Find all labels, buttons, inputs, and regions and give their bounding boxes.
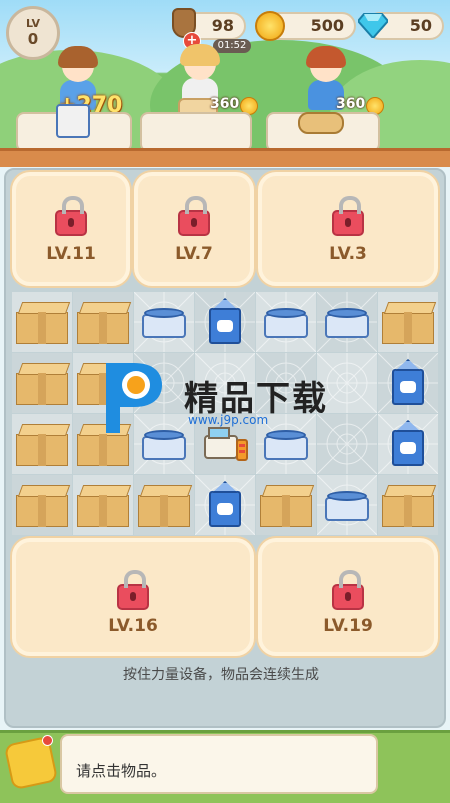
gem-icon <box>358 13 388 38</box>
energy-value: 98 <box>211 16 234 35</box>
milk-carton-icon <box>209 298 241 344</box>
locked-zone[interactable]: LV.16 <box>12 538 254 656</box>
hint-text: 按住力量设备，物品会连续生成 <box>123 667 319 683</box>
yogurt-cup-icon <box>325 489 369 523</box>
unlock-level-label: LV.11 <box>46 244 96 264</box>
lock-icon <box>332 196 364 236</box>
grid-cell[interactable] <box>195 475 255 535</box>
cardboard-box-icon <box>16 302 71 344</box>
grid-cell[interactable] <box>378 292 438 352</box>
cardboard-box-icon <box>16 424 71 466</box>
customer-hair <box>180 44 220 66</box>
unlock-level-label: LV.3 <box>329 244 367 264</box>
locked-zone[interactable]: LV.7 <box>134 172 254 286</box>
lock-icon <box>178 196 210 236</box>
cardboard-box-icon <box>382 485 437 527</box>
grid-cell[interactable] <box>12 353 72 413</box>
yogurt-cup-icon <box>264 306 308 340</box>
coin-icon <box>255 11 285 41</box>
locked-zone[interactable]: LV.19 <box>258 538 438 656</box>
watermark-logo <box>106 363 162 433</box>
grid-cell[interactable] <box>256 475 316 535</box>
level-label: LV <box>25 17 40 30</box>
lock-icon <box>117 570 149 610</box>
cardboard-box-icon <box>16 485 71 527</box>
shop-counter <box>0 148 450 167</box>
grid-cell[interactable] <box>134 292 194 352</box>
message-box: 请点击物品。 <box>60 734 378 794</box>
order-slot-2[interactable] <box>140 112 252 152</box>
cardboard-box-icon <box>77 302 132 344</box>
grid-cell[interactable] <box>12 414 72 474</box>
milk-carton-icon <box>392 359 424 405</box>
customer-hair <box>306 46 346 68</box>
message-text: 请点击物品。 <box>76 762 167 780</box>
reward-amount: 360 <box>336 96 366 112</box>
grid-cell[interactable] <box>378 414 438 474</box>
unlock-level-label: LV.16 <box>108 616 158 636</box>
notification-dot <box>42 735 53 746</box>
watermark: 精品下载 www.j9p.com <box>96 357 356 443</box>
grid-cell[interactable] <box>256 292 316 352</box>
cardboard-box-icon <box>260 485 315 527</box>
locked-zone[interactable]: LV.3 <box>258 172 438 286</box>
locked-zone[interactable]: LV.11 <box>12 172 130 286</box>
yogurt-cup-icon <box>325 306 369 340</box>
grid-cell[interactable] <box>12 475 72 535</box>
customer-hair <box>58 46 98 68</box>
grid-cell[interactable] <box>12 292 72 352</box>
unlock-level-label: LV.19 <box>323 616 373 636</box>
grid-cell[interactable] <box>317 292 377 352</box>
grid-cell[interactable] <box>378 353 438 413</box>
coin-value: 500 <box>310 16 344 35</box>
watermark-url: www.j9p.com <box>188 413 269 427</box>
milk-carton-icon <box>209 481 241 527</box>
grid-cell[interactable] <box>378 475 438 535</box>
milk-carton-icon <box>392 420 424 466</box>
grid-cell[interactable] <box>317 475 377 535</box>
lock-icon <box>332 570 364 610</box>
grid-cell[interactable] <box>134 475 194 535</box>
yogurt-cup-icon <box>142 306 186 340</box>
cardboard-box-icon <box>138 485 193 527</box>
grid-cell[interactable] <box>195 292 255 352</box>
grid-cell[interactable] <box>73 475 133 535</box>
cardboard-box-icon <box>77 485 132 527</box>
bread-icon <box>298 112 344 134</box>
reward-amount: 360 <box>210 96 240 112</box>
gem-value: 50 <box>409 16 432 35</box>
cardboard-box-icon <box>382 302 437 344</box>
lock-icon <box>55 196 87 236</box>
cardboard-box-icon <box>16 363 71 405</box>
milk-carton-icon <box>56 104 90 138</box>
grid-cell[interactable] <box>73 292 133 352</box>
unlock-level-label: LV.7 <box>175 244 213 264</box>
